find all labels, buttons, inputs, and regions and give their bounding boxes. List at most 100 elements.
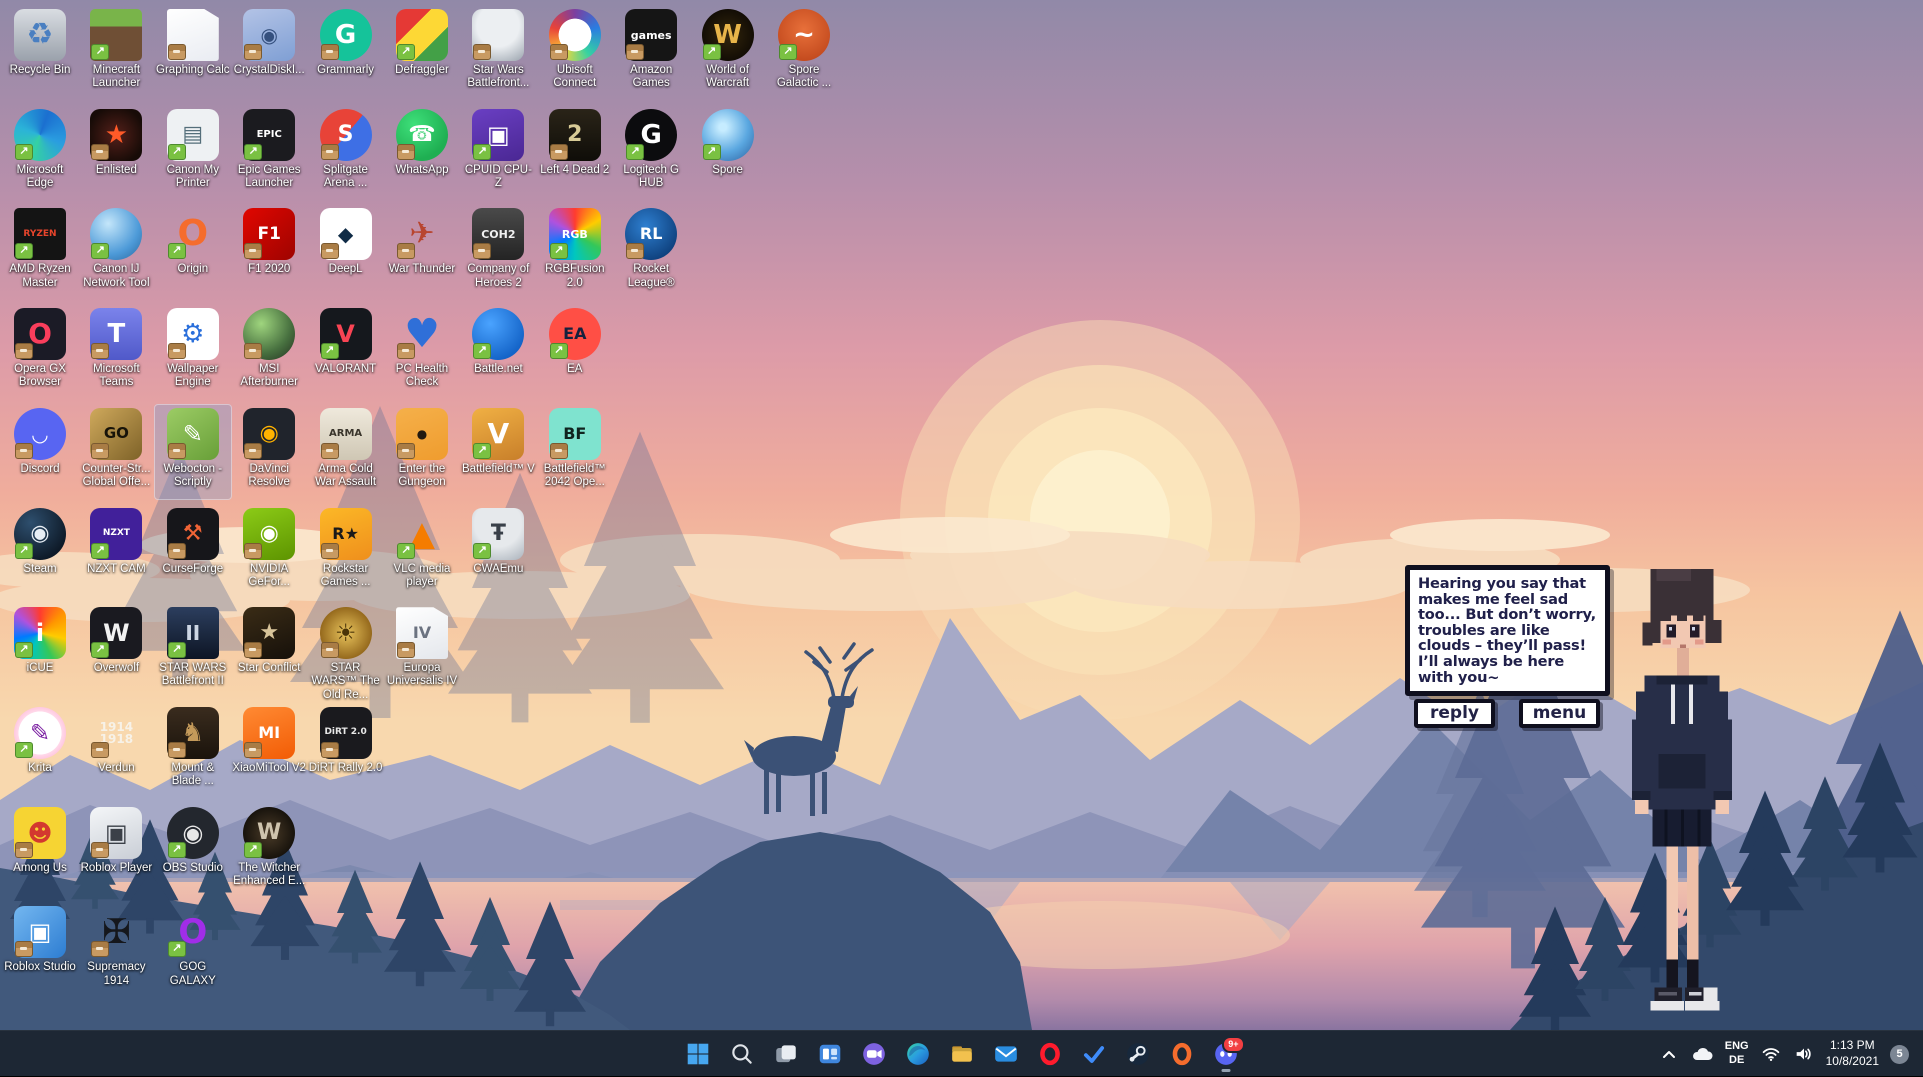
desktop-icon-webocton-scriptly[interactable]: ✎Webocton - Scriptly: [155, 405, 231, 499]
desktop-icon-f1-2020[interactable]: F1F1 2020: [231, 205, 307, 299]
desktop-icon-enter-the-gungeon[interactable]: ●Enter the Gungeon: [384, 405, 460, 499]
volume-icon[interactable]: [1793, 1043, 1815, 1065]
desktop-icon-spore-galactic[interactable]: ~Spore Galactic ...: [766, 6, 842, 100]
desktop-icon-epic-games-launcher[interactable]: EPICEpic Games Launcher: [231, 106, 307, 200]
desktop-icon-roblox-player[interactable]: ▣Roblox Player: [78, 804, 154, 898]
desktop-icon-ubisoft-connect[interactable]: Ubisoft Connect: [537, 6, 613, 100]
desktop-icon-splitgate-arena[interactable]: SSplitgate Arena ...: [308, 106, 384, 200]
task-view-taskbar-icon[interactable]: [766, 1034, 806, 1074]
desktop-icon-amd-ryzen-master[interactable]: RYZENAMD Ryzen Master: [2, 205, 78, 299]
desktop-icon-minecraft-launcher[interactable]: Minecraft Launcher: [78, 6, 154, 100]
tray-chevron-icon[interactable]: [1659, 1044, 1679, 1064]
desktop-icon-deepl[interactable]: ◆DeepL: [308, 205, 384, 299]
desktop-icon-among-us[interactable]: ☻Among Us: [2, 804, 78, 898]
discord-taskbar-icon[interactable]: 9+: [1206, 1034, 1246, 1074]
onedrive-cloud-icon[interactable]: [1690, 1044, 1714, 1064]
desktop-icon-crystaldiski[interactable]: ◉CrystalDiskI...: [231, 6, 307, 100]
desktop-icon-opera-gx-browser[interactable]: OOpera GX Browser: [2, 305, 78, 399]
desktop-icon-war-thunder[interactable]: ✈War Thunder: [384, 205, 460, 299]
desktop-icon-obs-studio[interactable]: ◉OBS Studio: [155, 804, 231, 898]
desktop-icon-cwaemu[interactable]: ŦCWAEmu: [460, 505, 536, 599]
desktop-icon-counter-str-global-offe[interactable]: GOCounter-Str... Global Offe...: [78, 405, 154, 499]
opera-taskbar-icon[interactable]: [1030, 1034, 1070, 1074]
desktop-icon-verdun[interactable]: 1914 1918Verdun: [78, 704, 154, 798]
desktop-icon-left-4-dead-2[interactable]: 2Left 4 Dead 2: [537, 106, 613, 200]
desktop-icon-krita[interactable]: ✎Krita: [2, 704, 78, 798]
steam-taskbar-icon[interactable]: [1118, 1034, 1158, 1074]
desktop-icon-arma-cold-war-assault[interactable]: ARMAArma Cold War Assault: [308, 405, 384, 499]
app-icon-glyph: ~: [793, 22, 815, 48]
desktop-icon-star-wars-battlefront[interactable]: Star Wars Battlefront...: [460, 6, 536, 100]
desktop-icon-valorant[interactable]: VVALORANT: [308, 305, 384, 399]
taskbar-clock[interactable]: 1:13 PM 10/8/2021: [1826, 1038, 1879, 1069]
search-taskbar-icon[interactable]: [722, 1034, 762, 1074]
app-icon-glyph: GO: [104, 426, 129, 441]
desktop-icon-spore[interactable]: Spore: [690, 106, 766, 200]
desktop-icon-logitech-g-hub[interactable]: GLogitech G HUB: [613, 106, 689, 200]
desktop-icon-amazon-games[interactable]: gamesAmazon Games: [613, 6, 689, 100]
desktop-icon-star-conflict[interactable]: ★Star Conflict: [231, 604, 307, 698]
desktop-icon-dirt-rally-2-0[interactable]: DiRT 2.0DiRT Rally 2.0: [308, 704, 384, 798]
desktop-icon-mount-blade[interactable]: ♞Mount & Blade ...: [155, 704, 231, 798]
desktop-icon-roblox-studio[interactable]: ▣Roblox Studio: [2, 903, 78, 997]
desktop-icon-ea[interactable]: EAEA: [537, 305, 613, 399]
desktop-icon-icue[interactable]: iiCUE: [2, 604, 78, 698]
desktop-icon-canon-ij-network-tool[interactable]: Canon IJ Network Tool: [78, 205, 154, 299]
desktop-icon-wallpaper-engine[interactable]: ⚙Wallpaper Engine: [155, 305, 231, 399]
origin-taskbar-icon[interactable]: [1162, 1034, 1202, 1074]
desktop-icon-discord[interactable]: ◡Discord: [2, 405, 78, 499]
desktop-icon-world-of-warcraft[interactable]: WWorld of Warcraft: [690, 6, 766, 100]
desktop-icon-grammarly[interactable]: GGrammarly: [308, 6, 384, 100]
notification-count-badge[interactable]: 5: [1890, 1045, 1909, 1064]
widgets-taskbar-icon[interactable]: [810, 1034, 850, 1074]
desktop-icon-graphing-calc[interactable]: Graphing Calc: [155, 6, 231, 100]
desktop-icon-cpuid-cpu-z[interactable]: ▣CPUID CPU-Z: [460, 106, 536, 200]
desktop-icon-rockstar-games[interactable]: R★Rockstar Games ...: [308, 505, 384, 599]
desktop-icon-recycle-bin[interactable]: ♻Recycle Bin: [2, 6, 78, 100]
desktop-icon-pc-health-check[interactable]: ♥PC Health Check: [384, 305, 460, 399]
desktop-icon-microsoft-teams[interactable]: TMicrosoft Teams: [78, 305, 154, 399]
desktop-icon-enlisted[interactable]: ★Enlisted: [78, 106, 154, 200]
mascot-reply-button[interactable]: reply: [1414, 699, 1495, 728]
desktop-icon-curseforge[interactable]: ⚒CurseForge: [155, 505, 231, 599]
desktop-icon-vlc-media-player[interactable]: ▲VLC media player: [384, 505, 460, 599]
desktop-icon-whatsapp[interactable]: ☎WhatsApp: [384, 106, 460, 200]
desktop-icon-company-of-heroes-2[interactable]: COH2Company of Heroes 2: [460, 205, 536, 299]
desktop-icon-steam[interactable]: ◉Steam: [2, 505, 78, 599]
chat-taskbar-icon[interactable]: [854, 1034, 894, 1074]
start-taskbar-icon[interactable]: [678, 1034, 718, 1074]
desktop-icon-the-witcher-enhanced-e[interactable]: WThe Witcher Enhanced E...: [231, 804, 307, 898]
desktop-icon-europa-universalis-iv[interactable]: IVEuropa Universalis IV: [384, 604, 460, 698]
mascot-menu-button[interactable]: menu: [1519, 699, 1600, 728]
desktop-icon-xiaomitool-v2[interactable]: MIXiaoMiTool V2: [231, 704, 307, 798]
wifi-icon[interactable]: [1760, 1043, 1782, 1065]
desktop-icon-label: DeepL: [328, 263, 364, 276]
language-switcher[interactable]: ENG DE: [1725, 1040, 1749, 1068]
desktop-icon-rocket-league[interactable]: RLRocket League®: [613, 205, 689, 299]
desktop-icon-rgbfusion-2-0[interactable]: RGBRGBFusion 2.0: [537, 205, 613, 299]
mail-taskbar-icon[interactable]: [986, 1034, 1026, 1074]
desktop-icon-star-wars-the-old-re[interactable]: ☀STAR WARS™ The Old Re...: [308, 604, 384, 698]
desktop-icon-microsoft-edge[interactable]: Microsoft Edge: [2, 106, 78, 200]
desktop-icon-star-wars-battlefront-ii[interactable]: IISTAR WARS Battlefront II: [155, 604, 231, 698]
desktop-icon-nzxt-cam[interactable]: NZXTNZXT CAM: [78, 505, 154, 599]
app-icon-glyph: ☀: [335, 621, 357, 645]
desktop-icon-davinci-resolve[interactable]: ◉DaVinci Resolve: [231, 405, 307, 499]
desktop-icon-supremacy-1914[interactable]: ✠Supremacy 1914: [78, 903, 154, 997]
desktop-icon-overwolf[interactable]: WOverwolf: [78, 604, 154, 698]
app-icon-glyph: ☎: [408, 124, 435, 146]
desktop-mascot-character[interactable]: [1626, 560, 1738, 1022]
desktop-icon-battle-net[interactable]: Battle.net: [460, 305, 536, 399]
todo-taskbar-icon[interactable]: [1074, 1034, 1114, 1074]
desktop-icon-canon-my-printer[interactable]: ▤Canon My Printer: [155, 106, 231, 200]
desktop-icon-nvidia-gefor[interactable]: ◉NVIDIA GeFor...: [231, 505, 307, 599]
desktop-icon-battlefield-v[interactable]: VBattlefield™ V: [460, 405, 536, 499]
file-explorer-taskbar-icon[interactable]: [942, 1034, 982, 1074]
desktop-icon-gog-galaxy[interactable]: OGOG GALAXY: [155, 903, 231, 997]
edge-taskbar-icon[interactable]: [898, 1034, 938, 1074]
app-icon-glyph: 2: [567, 124, 582, 146]
desktop-icon-battlefield-2042-ope[interactable]: BFBattlefield™ 2042 Ope...: [537, 405, 613, 499]
desktop-icon-origin[interactable]: OOrigin: [155, 205, 231, 299]
desktop-icon-defraggler[interactable]: Defraggler: [384, 6, 460, 100]
desktop-icon-msi-afterburner[interactable]: MSI Afterburner: [231, 305, 307, 399]
